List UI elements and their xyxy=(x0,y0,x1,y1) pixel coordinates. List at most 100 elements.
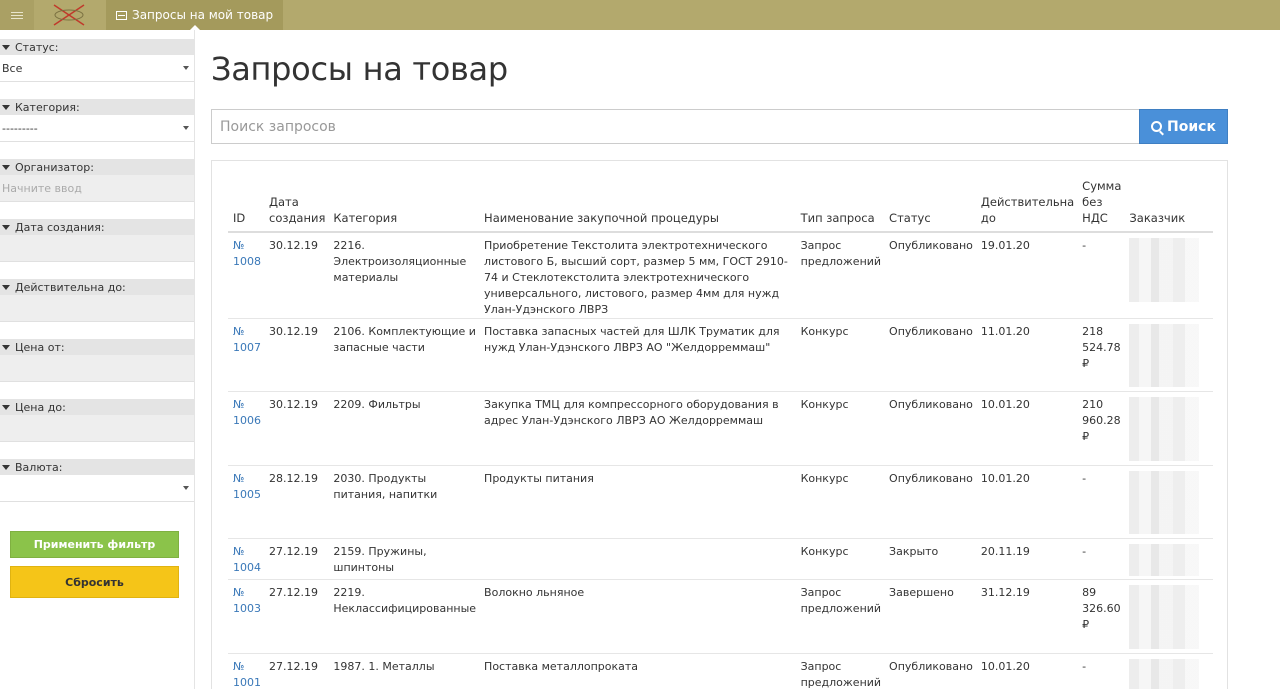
search-input[interactable] xyxy=(211,109,1140,144)
row-valid: 10.01.20 xyxy=(975,391,1078,466)
filter-label: Действительна до: xyxy=(0,279,194,295)
row-status: Опубликовано xyxy=(884,653,976,689)
price-from-input[interactable] xyxy=(0,355,194,382)
table-row[interactable]: № 1003 27.12.19 2219. Неклассифицированн… xyxy=(228,579,1213,654)
page-title: Запросы на товар xyxy=(211,50,508,88)
price-to-input[interactable] xyxy=(0,415,194,442)
search-button[interactable]: Поиск xyxy=(1139,109,1228,144)
row-status: Завершено xyxy=(884,579,976,654)
row-category: 2209. Фильтры xyxy=(328,391,480,466)
row-created: 28.12.19 xyxy=(264,465,329,539)
col-category[interactable]: Категория xyxy=(328,178,480,233)
funnel-icon xyxy=(2,164,10,170)
request-link[interactable]: № 1005 xyxy=(233,472,261,501)
row-sum: - xyxy=(1077,538,1125,580)
blurred-customer xyxy=(1129,324,1200,387)
hamburger-icon xyxy=(11,11,23,19)
row-sum: 210 960.28 ₽ xyxy=(1077,391,1125,466)
filter-category: Категория: --------- xyxy=(0,99,194,142)
table-row[interactable]: № 1006 30.12.19 2209. Фильтры Закупка ТМ… xyxy=(228,391,1213,466)
row-type: Конкурс xyxy=(795,391,885,466)
col-valid[interactable]: Действительна до xyxy=(975,178,1078,233)
table-row[interactable]: № 1005 28.12.19 2030. Продукты питания, … xyxy=(228,465,1213,539)
filter-price-from: Цена от: xyxy=(0,339,194,382)
row-customer xyxy=(1124,318,1213,392)
col-customer[interactable]: Заказчик xyxy=(1124,178,1213,233)
row-id[interactable]: № 1003 xyxy=(228,579,264,654)
logo[interactable] xyxy=(34,0,106,30)
row-customer xyxy=(1124,538,1213,580)
row-category: 2030. Продукты питания, напитки xyxy=(328,465,480,539)
request-link[interactable]: № 1001 xyxy=(233,660,261,689)
request-link[interactable]: № 1007 xyxy=(233,325,261,354)
filter-label: Цена до: xyxy=(0,399,194,415)
filter-label: Категория: xyxy=(0,99,194,115)
row-id[interactable]: № 1007 xyxy=(228,318,264,392)
search-icon xyxy=(1151,121,1163,132)
table-row[interactable]: № 1001 27.12.19 1987. 1. Металлы Поставк… xyxy=(228,653,1213,689)
row-id[interactable]: № 1006 xyxy=(228,391,264,466)
col-created[interactable]: Дата создания xyxy=(264,178,329,233)
request-link[interactable]: № 1006 xyxy=(233,398,261,427)
row-category: 2216. Электроизоляционные материалы xyxy=(328,232,480,319)
logo-icon xyxy=(53,4,85,26)
row-name: Поставка металлопроката xyxy=(479,653,796,689)
table-header-row: ID Дата создания Категория Наименование … xyxy=(228,178,1213,233)
col-type[interactable]: Тип запроса xyxy=(795,178,885,233)
table-row[interactable]: № 1004 27.12.19 2159. Пружины, шпинтоны … xyxy=(228,538,1213,580)
request-link[interactable]: № 1008 xyxy=(233,239,261,268)
col-name[interactable]: Наименование закупочной процедуры xyxy=(479,178,796,233)
funnel-icon xyxy=(2,224,10,230)
row-id[interactable]: № 1004 xyxy=(228,538,264,580)
created-date-input[interactable] xyxy=(0,235,194,262)
row-type: Конкурс xyxy=(795,538,885,580)
currency-select[interactable] xyxy=(0,475,194,502)
row-category: 2219. Неклассифицированные xyxy=(328,579,480,654)
menu-toggle-button[interactable] xyxy=(0,0,34,30)
tab-my-product-requests[interactable]: Запросы на мой товар xyxy=(106,0,284,30)
organizer-input[interactable]: Начните ввод xyxy=(0,175,194,202)
row-created: 27.12.19 xyxy=(264,538,329,580)
filter-label: Валюта: xyxy=(0,459,194,475)
col-status[interactable]: Статус xyxy=(884,178,976,233)
blurred-customer xyxy=(1129,585,1200,649)
row-valid: 10.01.20 xyxy=(975,653,1078,689)
row-sum: - xyxy=(1077,653,1125,689)
apply-filter-button[interactable]: Применить фильтр xyxy=(10,531,179,558)
request-link[interactable]: № 1003 xyxy=(233,586,261,615)
row-valid: 31.12.19 xyxy=(975,579,1078,654)
category-select[interactable]: --------- xyxy=(0,115,194,142)
chevron-down-icon xyxy=(183,126,189,130)
col-id[interactable]: ID xyxy=(228,178,264,233)
row-id[interactable]: № 1001 xyxy=(228,653,264,689)
row-sum: 89 326.60 ₽ xyxy=(1077,579,1125,654)
blurred-customer xyxy=(1129,659,1200,689)
reset-filter-button[interactable]: Сбросить xyxy=(10,566,179,598)
row-name: Приобретение Текстолита электротехническ… xyxy=(479,232,796,319)
row-name: Волокно льняное xyxy=(479,579,796,654)
filter-label: Статус: xyxy=(0,39,194,55)
filter-price-to: Цена до: xyxy=(0,399,194,442)
funnel-icon xyxy=(2,344,10,350)
filter-organizer: Организатор: Начните ввод xyxy=(0,159,194,202)
col-sum[interactable]: Сумма без НДС xyxy=(1077,178,1125,233)
requests-panel: ID Дата создания Категория Наименование … xyxy=(211,160,1228,689)
row-status: Опубликовано xyxy=(884,391,976,466)
request-link[interactable]: № 1004 xyxy=(233,545,261,574)
valid-until-input[interactable] xyxy=(0,295,194,322)
row-id[interactable]: № 1008 xyxy=(228,232,264,319)
table-row[interactable]: № 1008 30.12.19 2216. Электроизоляционны… xyxy=(228,232,1213,319)
table-row[interactable]: № 1007 30.12.19 2106. Комплектующие и за… xyxy=(228,318,1213,392)
row-customer xyxy=(1124,391,1213,466)
filter-label: Цена от: xyxy=(0,339,194,355)
row-status: Опубликовано xyxy=(884,232,976,319)
requests-table: ID Дата создания Категория Наименование … xyxy=(228,178,1213,689)
blurred-customer xyxy=(1129,544,1200,576)
funnel-icon xyxy=(2,284,10,290)
row-id[interactable]: № 1005 xyxy=(228,465,264,539)
row-status: Опубликовано xyxy=(884,318,976,392)
status-select[interactable]: Все xyxy=(0,55,194,82)
row-customer xyxy=(1124,465,1213,539)
row-created: 27.12.19 xyxy=(264,653,329,689)
filter-sidebar: Статус: Все Категория: --------- Организ… xyxy=(0,30,195,689)
